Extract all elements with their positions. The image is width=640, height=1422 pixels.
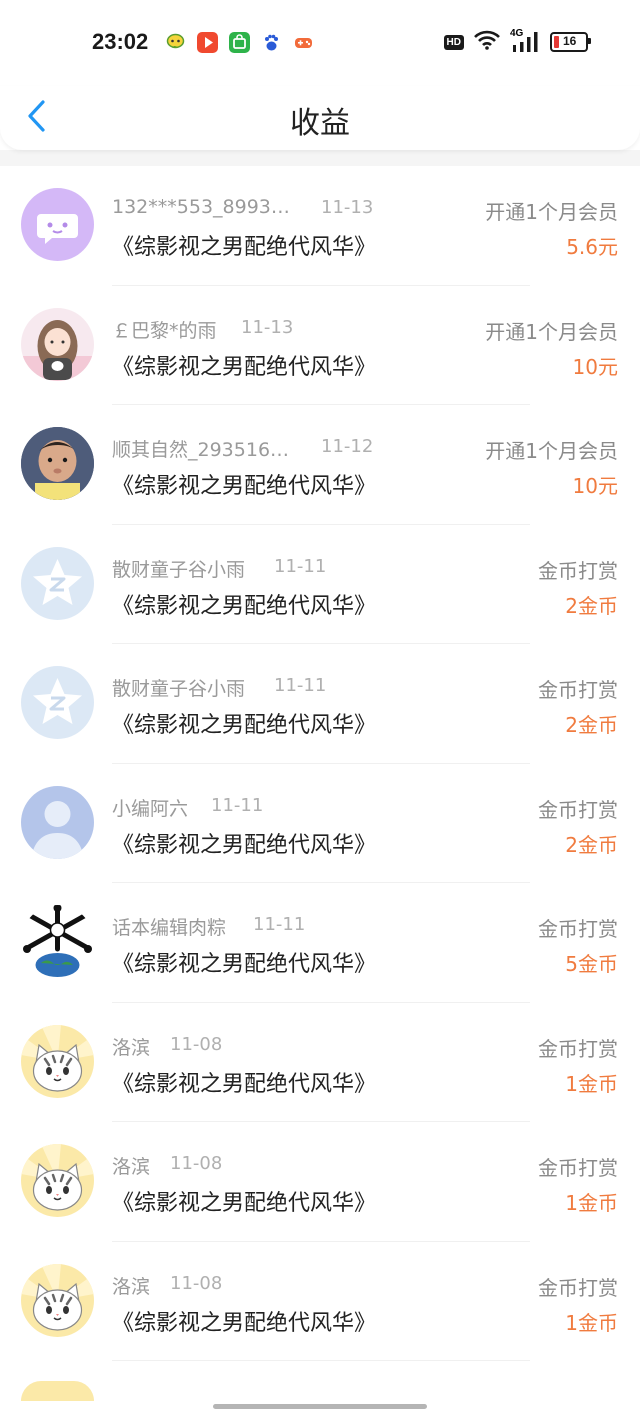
date: 11-11 <box>211 794 264 816</box>
book-title: 《综影视之男配绝代风华》 <box>112 713 377 738</box>
list-item[interactable]: ￡巴黎*的雨 11-13 《综影视之男配绝代风华》 开通1个月会员 10元 <box>0 286 640 405</box>
cellular-signal-icon: 4G <box>510 28 540 52</box>
date: 11-11 <box>274 675 327 696</box>
wifi-icon <box>474 30 500 54</box>
book-title: 《综影视之男配绝代风华》 <box>112 952 377 977</box>
cat-avatar[interactable] <box>21 1381 94 1401</box>
date: 11-13 <box>321 197 374 218</box>
battery-level: 16 <box>563 34 577 48</box>
chat-app-icon <box>165 32 186 53</box>
date: 11-12 <box>321 436 374 457</box>
earning-type: 金币打赏 <box>538 797 618 822</box>
earning-amount: 1金币 <box>565 1191 618 1215</box>
user-name: 132***553_89930... <box>112 196 297 218</box>
date: 11-11 <box>274 555 327 577</box>
earning-type: 金币打赏 <box>538 1275 618 1300</box>
earning-amount: 2金币 <box>565 713 618 737</box>
game-app-icon <box>293 32 314 53</box>
status-time: 23:02 <box>92 29 149 54</box>
earning-amount: 5金币 <box>565 952 618 976</box>
user-name: 散财童子谷小雨 <box>112 558 246 581</box>
list-item[interactable]: 散财童子谷小雨 11-11 《综影视之男配绝代风华》 金币打赏 2金币 <box>0 525 640 644</box>
earth-bones-avatar[interactable] <box>21 905 94 978</box>
default-z-star-avatar[interactable] <box>21 546 94 620</box>
anime-girl-avatar[interactable] <box>21 307 94 381</box>
book-title: 《综影视之男配绝代风华》 <box>112 354 377 380</box>
list-item[interactable]: 132***553_89930... 11-13 《综影视之男配绝代风华》 开通… <box>0 166 640 286</box>
user-name: 散财童子谷小雨 <box>112 678 246 700</box>
earning-amount: 1金币 <box>565 1310 618 1335</box>
date: 11-08 <box>170 1153 223 1174</box>
earning-amount: 10元 <box>572 474 618 498</box>
list-item[interactable]: 散财童子谷小雨 11-11 《综影视之男配绝代风华》 金币打赏 2金币 <box>0 644 640 764</box>
page-header: 收益 <box>0 86 640 150</box>
person-silhouette-avatar[interactable] <box>21 785 94 859</box>
list-item-partial[interactable] <box>0 1361 640 1401</box>
earning-type: 开通1个月会员 <box>485 200 618 224</box>
battery-icon: 16 <box>550 32 591 52</box>
shop-app-icon <box>229 32 250 53</box>
wechat-chat-avatar[interactable] <box>21 188 94 261</box>
list-item[interactable]: 话本编辑肉粽 11-11 《综影视之男配绝代风华》 金币打赏 5金币 <box>0 883 640 1003</box>
home-indicator[interactable] <box>213 1404 427 1409</box>
page-title: 收益 <box>290 106 350 141</box>
earning-amount: 1金币 <box>565 1071 618 1096</box>
date: 11-08 <box>170 1033 223 1055</box>
network-type-label: 4G <box>510 28 524 39</box>
book-title: 《综影视之男配绝代风华》 <box>112 1071 377 1097</box>
list-item[interactable]: 洛滨 11-08 《综影视之男配绝代风华》 金币打赏 1金币 <box>0 1122 640 1242</box>
earning-type: 金币打赏 <box>538 1036 618 1061</box>
book-title: 《综影视之男配绝代风华》 <box>112 235 377 260</box>
hd-badge: HD <box>443 34 464 50</box>
earning-amount: 5.6元 <box>566 235 618 259</box>
baby-photo-avatar[interactable] <box>21 427 94 500</box>
earning-type: 金币打赏 <box>538 917 618 941</box>
book-title: 《综影视之男配绝代风华》 <box>112 832 377 858</box>
date: 11-13 <box>241 316 294 338</box>
book-title: 《综影视之男配绝代风华》 <box>112 474 377 499</box>
cat-avatar[interactable] <box>21 1024 94 1098</box>
book-title: 《综影视之男配绝代风华》 <box>112 1310 377 1336</box>
list-item[interactable]: 小编阿六 11-11 《综影视之男配绝代风华》 金币打赏 2金币 <box>0 764 640 883</box>
book-title: 《综影视之男配绝代风华》 <box>112 1191 377 1216</box>
earning-type: 开通1个月会员 <box>485 319 618 344</box>
user-name: 顺其自然_2935166... <box>112 439 297 461</box>
earning-type: 金币打赏 <box>538 558 618 583</box>
earnings-list: 132***553_89930... 11-13 《综影视之男配绝代风华》 开通… <box>0 150 640 1401</box>
notification-app-icons <box>165 32 314 53</box>
default-z-star-avatar[interactable] <box>21 666 94 739</box>
list-item[interactable]: 洛滨 11-08 《综影视之男配绝代风华》 金币打赏 1金币 <box>0 1003 640 1122</box>
earning-type: 开通1个月会员 <box>485 439 618 463</box>
date: 11-08 <box>170 1272 223 1294</box>
user-name: 洛滨 <box>112 1036 151 1059</box>
user-name: 洛滨 <box>112 1275 151 1298</box>
cat-avatar[interactable] <box>21 1263 94 1337</box>
list-item[interactable]: 洛滨 11-08 《综影视之男配绝代风华》 金币打赏 1金币 <box>0 1242 640 1361</box>
earning-amount: 2金币 <box>565 593 618 618</box>
date: 11-11 <box>253 914 306 935</box>
earning-type: 金币打赏 <box>538 1156 618 1180</box>
cat-avatar[interactable] <box>21 1144 94 1217</box>
earning-amount: 2金币 <box>565 832 618 857</box>
system-status-icons: HD 4G 16 <box>443 28 591 54</box>
list-item[interactable]: 顺其自然_2935166... 11-12 《综影视之男配绝代风华》 开通1个月… <box>0 405 640 525</box>
baidu-paw-icon <box>261 32 282 53</box>
user-name: 洛滨 <box>112 1156 151 1178</box>
earning-type: 金币打赏 <box>538 678 618 702</box>
status-bar: 23:02 HD 4G 16 <box>0 0 640 86</box>
earning-amount: 10元 <box>572 354 618 379</box>
video-app-icon <box>197 32 218 53</box>
user-name: 话本编辑肉粽 <box>112 917 227 939</box>
user-name: 小编阿六 <box>112 797 189 820</box>
user-name: ￡巴黎*的雨 <box>112 319 217 342</box>
book-title: 《综影视之男配绝代风华》 <box>112 593 377 619</box>
